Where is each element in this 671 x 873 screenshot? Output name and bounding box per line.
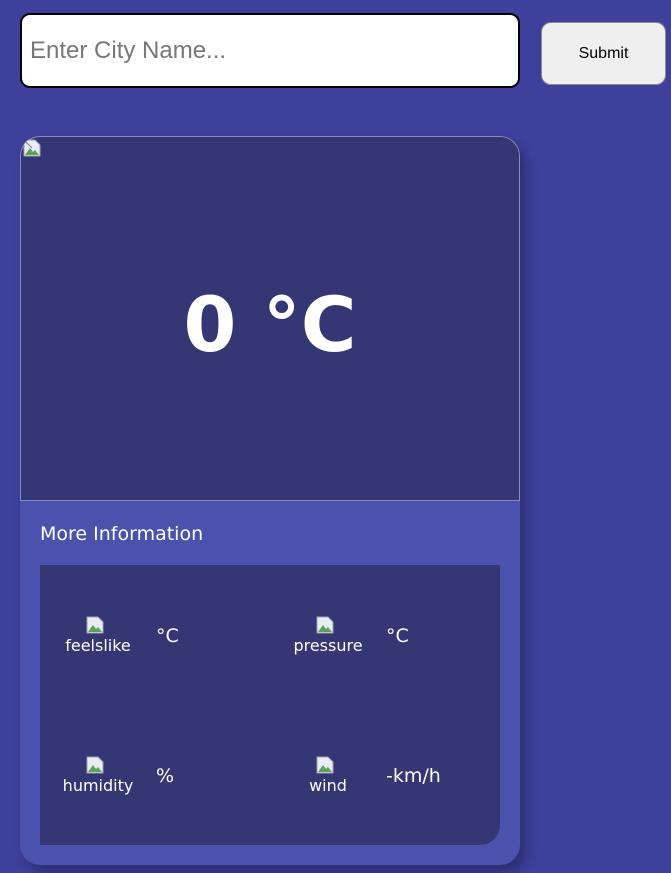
- humidity-image: humidity: [58, 756, 138, 796]
- humidity-item: humidity %: [60, 756, 260, 806]
- weather-card: 0 °C More Information feelslike °C press…: [20, 136, 520, 865]
- broken-image-icon: [316, 756, 334, 774]
- temperature-value: 0 °C: [183, 280, 357, 369]
- pressure-alt-text: pressure: [293, 636, 363, 655]
- broken-image-icon: [86, 756, 104, 774]
- broken-image-icon: [86, 616, 104, 634]
- more-information-heading: More Information: [40, 523, 204, 545]
- pressure-item: pressure °C: [290, 616, 490, 666]
- feelslike-image: feelslike: [58, 616, 138, 656]
- humidity-value: %: [156, 765, 175, 787]
- pressure-value: °C: [386, 625, 409, 647]
- temperature-panel: 0 °C: [20, 136, 520, 501]
- humidity-alt-text: humidity: [62, 776, 134, 795]
- wind-value: -km/h: [386, 765, 441, 787]
- wind-item: wind -km/h: [290, 756, 490, 806]
- feelslike-alt-text: feelslike: [65, 636, 131, 655]
- details-grid: feelslike °C pressure °C humidity % wind…: [40, 565, 500, 845]
- wind-alt-text: wind: [309, 776, 347, 795]
- submit-button[interactable]: Submit: [541, 22, 666, 85]
- broken-image-icon: [23, 139, 41, 157]
- broken-image-icon: [316, 616, 334, 634]
- city-search-input[interactable]: [20, 13, 520, 88]
- feelslike-value: °C: [156, 625, 179, 647]
- wind-image: wind: [288, 756, 368, 796]
- pressure-image: pressure: [288, 616, 368, 656]
- feelslike-item: feelslike °C: [60, 616, 260, 666]
